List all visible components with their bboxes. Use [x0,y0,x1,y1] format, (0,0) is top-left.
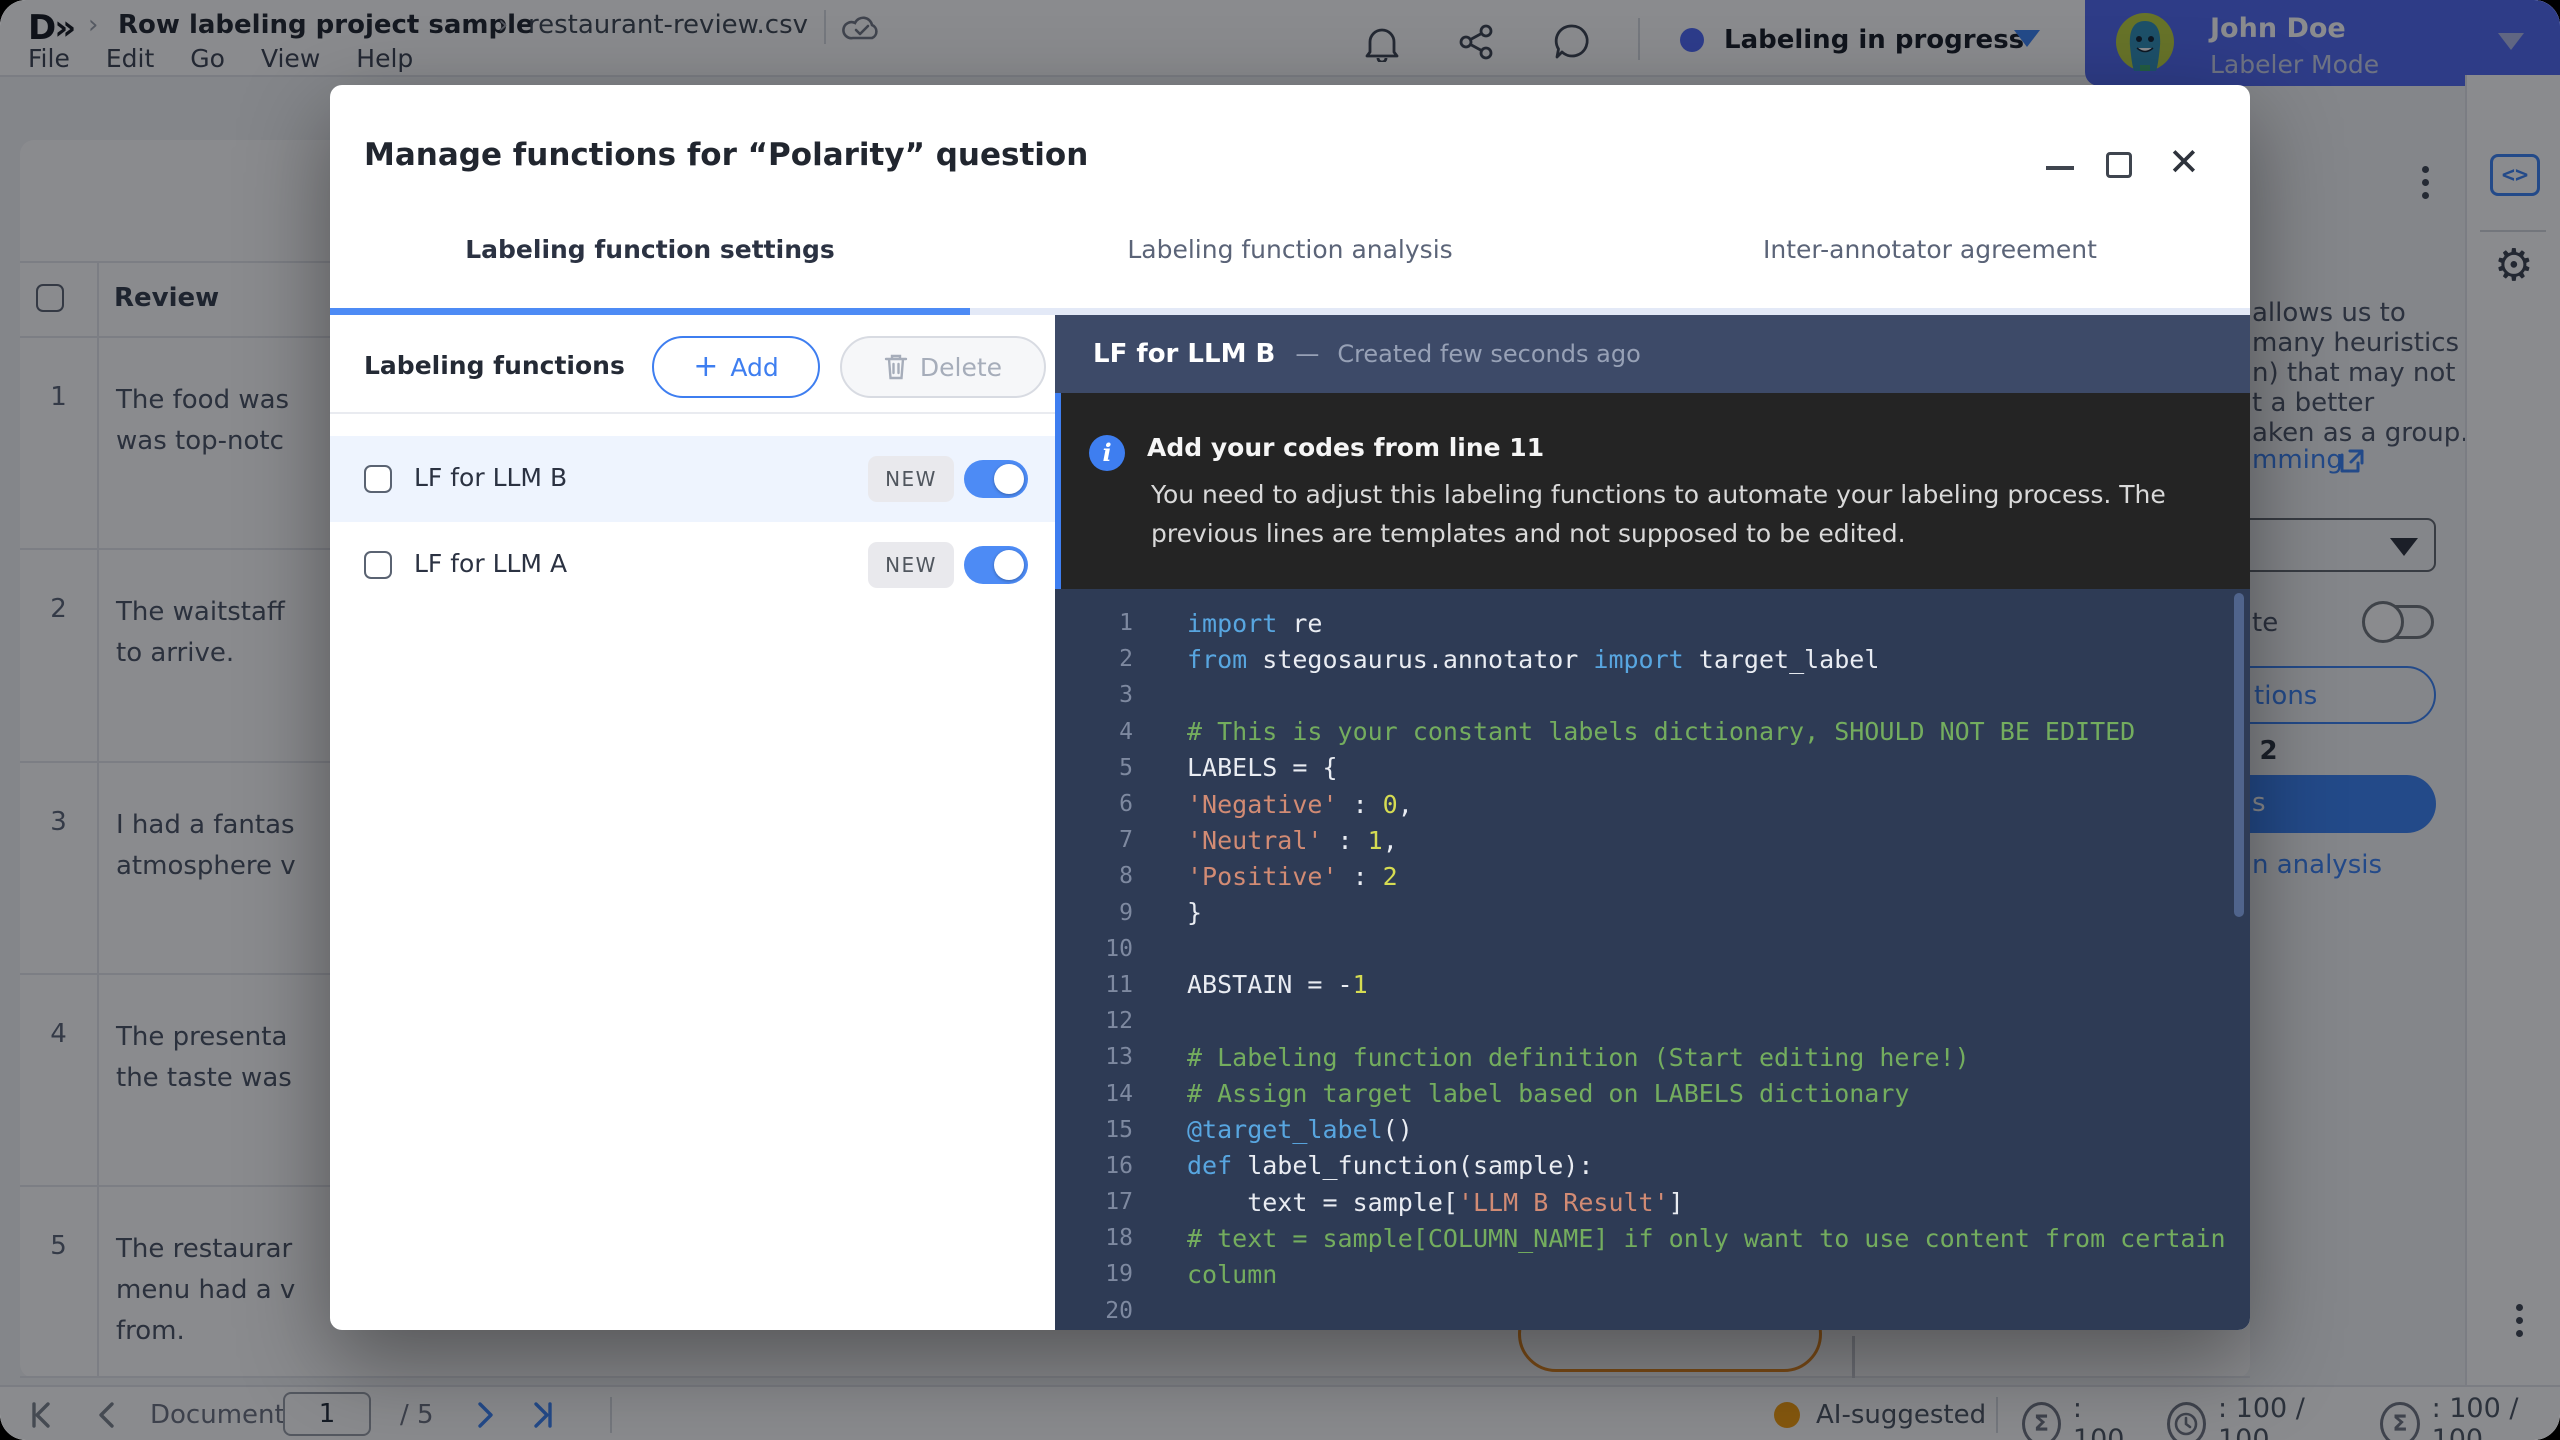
line-number: 7 [1055,827,1133,853]
close-button[interactable]: ✕ [2168,143,2200,181]
toggle-knob [994,464,1024,494]
new-badge: NEW [868,542,954,588]
line-number: 13 [1055,1044,1133,1070]
function-enabled-toggle[interactable] [964,546,1028,584]
code-line: 4# This is your constant labels dictiona… [1055,714,2250,750]
editor-created-timestamp: Created few seconds ago [1337,340,1640,368]
info-icon: i [1089,435,1125,471]
line-number: 6 [1055,791,1133,817]
line-number: 2 [1055,646,1133,672]
tab-labeling-function-analysis[interactable]: Labeling function analysis [970,235,1610,264]
function-row-2[interactable]: LF for LLM A NEW [330,522,1055,608]
code-line: 15@target_label() [1055,1112,2250,1148]
function-enabled-toggle[interactable] [964,460,1028,498]
code-line: 12 [1055,1003,2250,1039]
code-line: 6'Negative' : 0, [1055,786,2250,822]
code-editor-panel: LF for LLM B — Created few seconds ago i… [1055,315,2250,1330]
function-name: LF for LLM A [414,549,567,578]
line-number: 10 [1055,936,1133,962]
code-line: 20 [1055,1293,2250,1329]
line-number: 14 [1055,1081,1133,1107]
minimize-button[interactable] [2046,166,2074,170]
line-number: 16 [1055,1153,1133,1179]
function-row-1[interactable]: LF for LLM B NEW [330,436,1055,522]
code-line: 9} [1055,895,2250,931]
code-line: 19column [1055,1256,2250,1292]
code-line: 1import re [1055,605,2250,641]
function-list: LF for LLM B NEW LF for LLM A NEW [330,436,1055,608]
code-line: 18# text = sample[COLUMN_NAME] if only w… [1055,1220,2250,1256]
code-line: 16def label_function(sample): [1055,1148,2250,1184]
line-number: 17 [1055,1189,1133,1215]
code-line: 10 [1055,931,2250,967]
tab-inter-annotator-agreement[interactable]: Inter-annotator agreement [1610,235,2250,264]
line-number: 12 [1055,1008,1133,1034]
function-checkbox[interactable] [364,465,392,493]
delete-function-button[interactable]: Delete [840,336,1046,398]
line-number: 18 [1055,1225,1133,1251]
line-number: 15 [1055,1117,1133,1143]
add-function-button[interactable]: + Add [652,336,820,398]
banner-title: Add your codes from line 11 [1147,433,1544,462]
line-number: 8 [1055,863,1133,889]
delete-button-label: Delete [920,353,1002,382]
trash-icon [884,353,908,381]
manage-functions-modal: Manage functions for “Polarity” question… [330,85,2250,1330]
banner-body: You need to adjust this labeling functio… [1151,475,2211,553]
editor-info-banner: i Add your codes from line 11 You need t… [1055,393,2250,589]
code-line: 17 text = sample['LLM B Result'] [1055,1184,2250,1220]
function-name: LF for LLM B [414,463,567,492]
code-line: 2from stegosaurus.annotator import targe… [1055,641,2250,677]
app-window: D» › Row labeling project sample › resta… [0,0,2560,1440]
code-line: 11ABSTAIN = -1 [1055,967,2250,1003]
line-number: 4 [1055,719,1133,745]
line-number: 3 [1055,682,1133,708]
line-number: 1 [1055,610,1133,636]
tab-underline-track [330,308,2250,315]
add-button-label: Add [730,353,778,382]
maximize-button[interactable] [2106,152,2132,178]
code-scrollbar-thumb[interactable] [2234,593,2244,917]
line-number: 11 [1055,972,1133,998]
plus-icon: + [693,352,718,382]
tab-labeling-function-settings[interactable]: Labeling function settings [330,235,970,264]
code-line: 7'Neutral' : 1, [1055,822,2250,858]
code-line: 14# Assign target label based on LABELS … [1055,1075,2250,1111]
editor-function-name: LF for LLM B [1093,339,1275,369]
modal-title: Manage functions for “Polarity” question [364,137,1088,173]
active-tab-underline [330,308,970,315]
line-number: 9 [1055,900,1133,926]
code-line: 3 [1055,677,2250,713]
functions-heading: Labeling functions [364,351,625,380]
function-checkbox[interactable] [364,551,392,579]
code-area[interactable]: 1import re2from stegosaurus.annotator im… [1055,589,2250,1330]
code-line: 5LABELS = { [1055,750,2250,786]
code-editor-header: LF for LLM B — Created few seconds ago [1055,315,2250,393]
editor-dash: — [1295,340,1319,368]
line-number: 20 [1055,1298,1133,1324]
line-number: 5 [1055,755,1133,781]
new-badge: NEW [868,456,954,502]
code-line: 13# Labeling function definition (Start … [1055,1039,2250,1075]
line-number: 19 [1055,1261,1133,1287]
panel-divider [330,412,1055,414]
code-line: 8'Positive' : 2 [1055,858,2250,894]
toggle-knob [994,550,1024,580]
